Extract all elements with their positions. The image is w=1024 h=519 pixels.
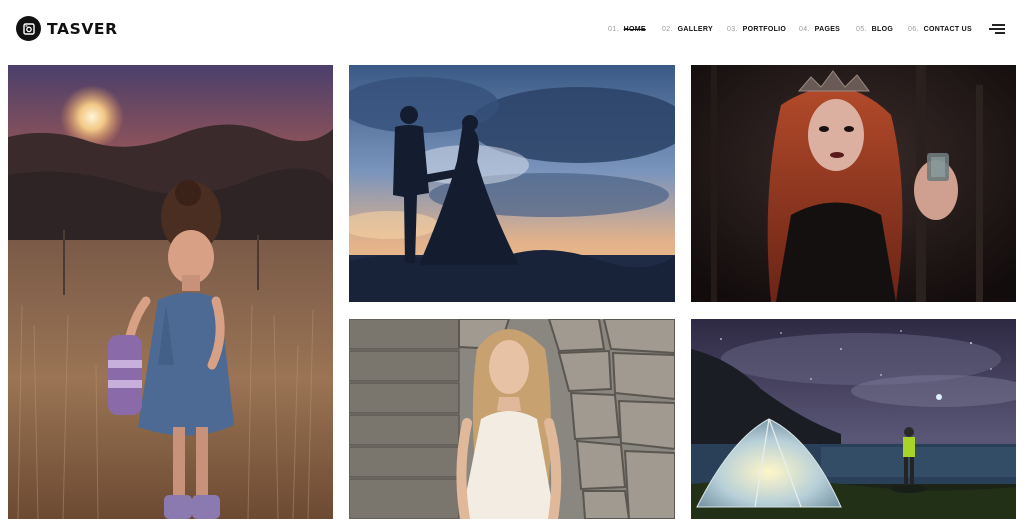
woman-with-crown-image: [691, 65, 1016, 302]
nav-item-number: 01.: [608, 26, 619, 33]
nav-item-label: GALLERY: [677, 26, 713, 33]
nav-item-label: CONTACT US: [923, 26, 973, 33]
nav-item-number: 03.: [727, 26, 738, 33]
gallery-item-couple-silhouette[interactable]: [349, 65, 675, 302]
tent-at-night-image: [691, 319, 1016, 519]
nav-item-label: PORTFOLIO: [742, 26, 787, 33]
nav-item-label: HOME: [623, 26, 646, 33]
nav-item-number: 05.: [856, 26, 867, 33]
nav-item-pages[interactable]: 04. PAGES: [799, 23, 840, 37]
couple-silhouette-image: [349, 65, 675, 302]
nav-item-home[interactable]: 01. HOME: [608, 23, 646, 37]
nav-item-number: 04.: [799, 26, 810, 33]
site-header: TASVER 01. HOME 02. GALLERY 03. PORTFOLIO 0…: [0, 0, 1024, 58]
nav-item-gallery[interactable]: 02. GALLERY: [662, 23, 713, 37]
gallery-item-tent-at-night[interactable]: [691, 319, 1016, 519]
gallery-item-girl-in-field[interactable]: [8, 65, 333, 519]
woman-on-steps-image: [349, 319, 675, 519]
girl-in-field-image: [8, 65, 333, 519]
gallery-item-woman-on-steps[interactable]: [349, 319, 675, 519]
nav-item-contact-us[interactable]: 06. CONTACT US: [908, 23, 972, 37]
gallery-item-woman-with-crown[interactable]: [691, 65, 1016, 302]
nav-item-label: PAGES: [814, 26, 841, 33]
nav-item-number: 06.: [908, 26, 919, 33]
hamburger-menu-icon[interactable]: [989, 24, 1005, 36]
main-nav: 01. HOME 02. GALLERY 03. PORTFOLIO 04. PAGES…: [0, 23, 1024, 37]
nav-item-blog[interactable]: 05. BLOG: [856, 23, 893, 37]
nav-item-number: 02.: [662, 26, 673, 33]
nav-item-portfolio[interactable]: 03. PORTFOLIO: [727, 23, 786, 37]
nav-item-label: BLOG: [871, 26, 894, 33]
